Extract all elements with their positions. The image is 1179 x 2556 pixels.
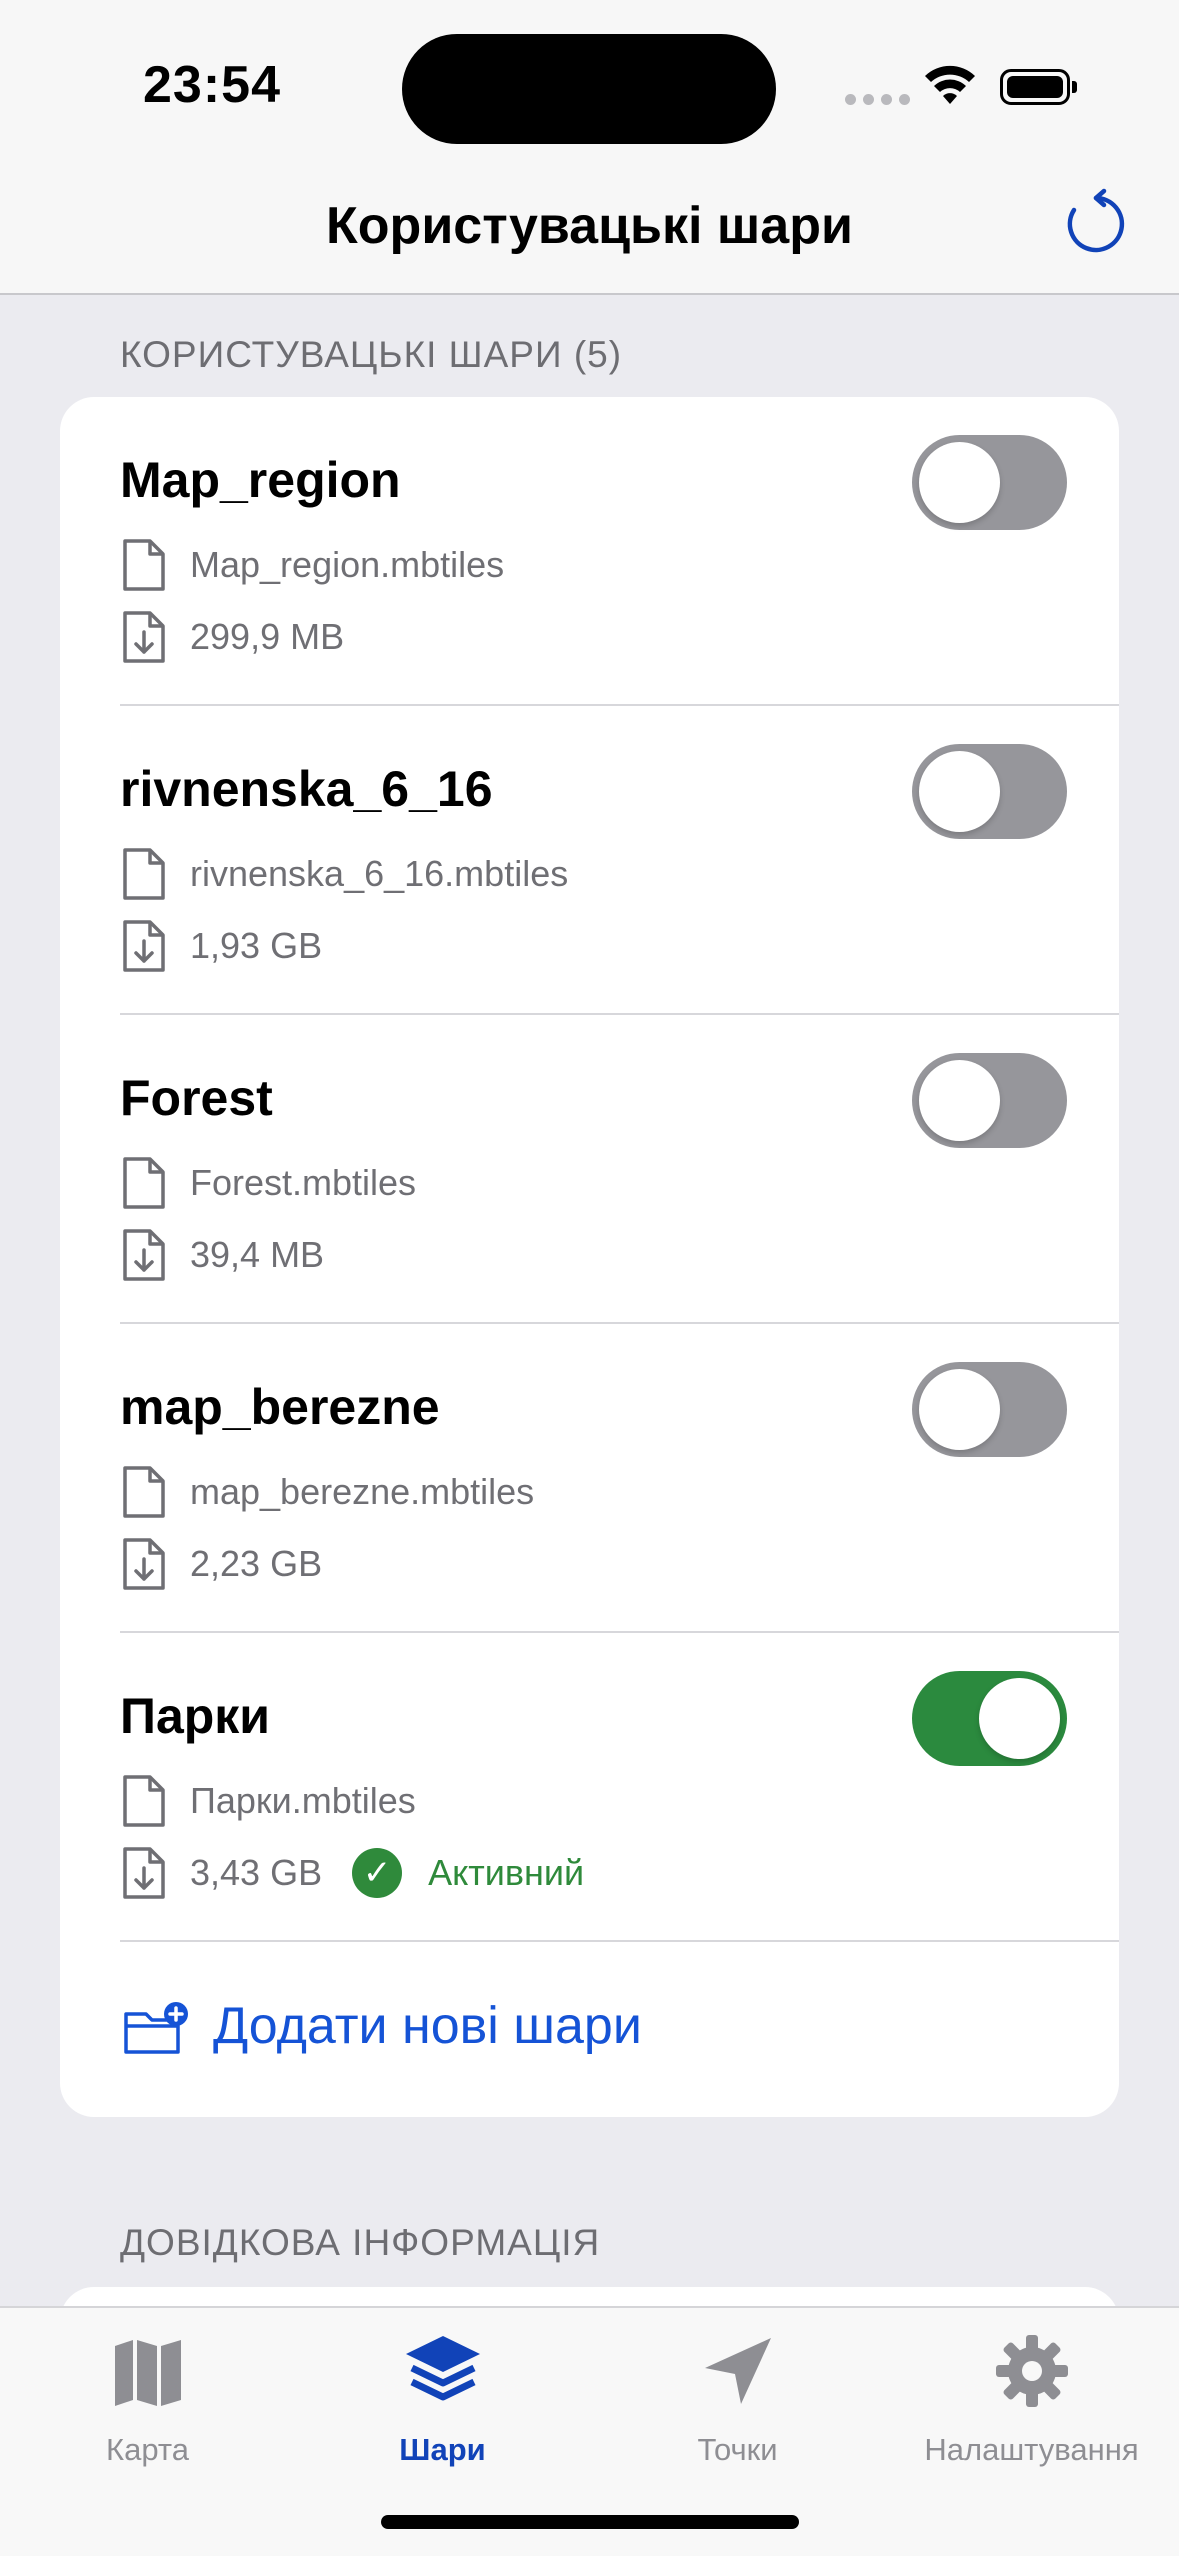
add-layers-button[interactable]: Додати нові шари [60, 1942, 1119, 2117]
layer-size: 39,4 MB [120, 1225, 324, 1285]
layer-file: rivnenska_6_16.mbtiles [120, 844, 568, 904]
download-document-icon [123, 611, 165, 663]
document-icon [123, 848, 165, 900]
layers-icon [405, 2336, 480, 2401]
layer-toggle[interactable] [912, 1362, 1067, 1457]
add-layers-label: Додати нові шари [213, 1997, 642, 2055]
info-section-header: ДОВІДКОВА ІНФОРМАЦІЯ [120, 2222, 601, 2263]
location-arrow-icon [704, 2338, 771, 2404]
tab-layers[interactable]: Шари [295, 2308, 590, 2478]
toggle-knob [919, 1060, 1000, 1141]
layer-filename: Парки.mbtiles [190, 1780, 416, 1821]
toggle-knob [919, 442, 1000, 523]
battery-icon [1000, 69, 1077, 105]
toggle-knob [919, 1369, 1000, 1450]
layer-name: Парки [120, 1688, 271, 1744]
cellular-signal-icon [845, 94, 910, 105]
tab-layers-label: Шари [399, 2432, 486, 2467]
document-icon [123, 1466, 165, 1518]
layers-section-header: КОРИСТУВАЦЬКІ ШАРИ (5) [120, 334, 623, 375]
layer-size: 2,23 GB [120, 1534, 322, 1594]
tab-settings[interactable]: Налаштування [884, 2308, 1179, 2478]
layer-row: map_berezne map_berezne.mbtiles 2,23 GB [60, 1324, 1119, 1633]
wifi-icon [925, 65, 975, 104]
tab-bar: Карта Шари Точки Налаштування [0, 2306, 1179, 2556]
layer-file: Forest.mbtiles [120, 1153, 416, 1213]
refresh-icon[interactable] [1060, 188, 1132, 260]
download-document-icon [123, 1229, 165, 1281]
layer-size-value: 3,43 GB [190, 1852, 323, 1893]
layer-row: rivnenska_6_16 rivnenska_6_16.mbtiles 1,… [60, 706, 1119, 1015]
download-document-icon [123, 1538, 165, 1590]
layer-toggle[interactable] [912, 1671, 1067, 1766]
layer-filename: map_berezne.mbtiles [190, 1471, 535, 1512]
layer-filename: rivnenska_6_16.mbtiles [190, 853, 569, 894]
download-document-icon [123, 920, 165, 972]
header: 23:54 Користувацькі шари [0, 0, 1179, 295]
document-icon [123, 1775, 165, 1827]
page-title: Користувацькі шари [326, 197, 853, 255]
tab-settings-label: Налаштування [924, 2432, 1139, 2467]
toggle-knob [919, 751, 1000, 832]
layer-size-value: 299,9 MB [190, 616, 345, 657]
layer-size-value: 1,93 GB [190, 925, 323, 966]
tab-points[interactable]: Точки [590, 2308, 885, 2478]
layer-toggle[interactable] [912, 435, 1067, 530]
layer-filename: Map_region.mbtiles [190, 544, 505, 585]
layer-file: Map_region.mbtiles [120, 535, 504, 595]
layer-row: Forest Forest.mbtiles 39,4 MB [60, 1015, 1119, 1324]
layer-filename: Forest.mbtiles [190, 1162, 417, 1203]
layer-size-value: 39,4 MB [190, 1234, 325, 1275]
map-icon [114, 2340, 181, 2406]
layer-row: Парки Парки.mbtiles 3,43 GB ✓ Активний [60, 1633, 1119, 1942]
folder-add-icon [124, 2002, 188, 2054]
status-time: 23:54 [143, 56, 281, 114]
layer-size: 3,43 GB ✓ Активний [120, 1843, 584, 1903]
download-document-icon [123, 1847, 165, 1899]
active-status-label: Активний [428, 1852, 585, 1893]
document-icon [123, 1157, 165, 1209]
layer-name: map_berezne [120, 1379, 440, 1435]
layers-list: Map_region Map_region.mbtiles 299,9 MB r… [60, 397, 1119, 2117]
layer-size: 1,93 GB [120, 916, 322, 976]
gear-icon [995, 2335, 1068, 2407]
tab-points-label: Точки [697, 2432, 778, 2467]
screen: 23:54 Користувацькі шари КОРИСТУВАЦЬКІ Ш… [0, 0, 1179, 2556]
dynamic-island [402, 34, 776, 144]
tab-map-label: Карта [106, 2432, 189, 2467]
active-status-badge: ✓ Активний [352, 1848, 584, 1898]
tab-map[interactable]: Карта [0, 2308, 295, 2478]
layer-toggle[interactable] [912, 744, 1067, 839]
checkmark-icon: ✓ [352, 1848, 403, 1898]
layer-name: rivnenska_6_16 [120, 761, 493, 817]
layer-size: 299,9 MB [120, 607, 344, 667]
layer-row: Map_region Map_region.mbtiles 299,9 MB [60, 397, 1119, 706]
document-icon [123, 539, 165, 591]
layer-size-value: 2,23 GB [190, 1543, 323, 1584]
layer-toggle[interactable] [912, 1053, 1067, 1148]
home-indicator[interactable] [381, 2515, 799, 2529]
layer-name: Map_region [120, 452, 401, 508]
layer-name: Forest [120, 1070, 273, 1126]
layer-file: map_berezne.mbtiles [120, 1462, 534, 1522]
toggle-knob [979, 1678, 1060, 1759]
layer-file: Парки.mbtiles [120, 1771, 416, 1831]
